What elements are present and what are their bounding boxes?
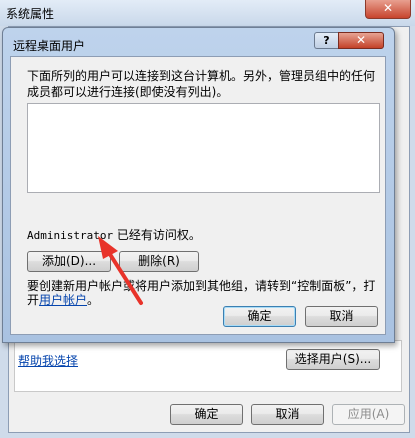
- system-properties-titlebar: 系统属性 ✕: [0, 0, 415, 26]
- dialog-client-area: 下面所列的用户可以连接到这台计算机。另外，管理员组中的任何成员都可以进行连接(即…: [10, 56, 386, 335]
- access-user: Administrator: [27, 229, 114, 242]
- remote-desktop-users-dialog: 远程桌面用户 ? ✕ 下面所列的用户可以连接到这台计算机。另外，管理员组中的任何…: [2, 27, 395, 343]
- note-suffix: 。: [87, 293, 100, 307]
- apply-button[interactable]: 应用(A): [332, 404, 405, 425]
- help-icon[interactable]: ?: [314, 32, 338, 49]
- control-panel-note: 要创建新用户帐户或将用户添加到其他组，请转到“控制面板”，打开用户帐户。: [27, 279, 383, 307]
- system-properties-close-button[interactable]: ✕: [365, 0, 411, 19]
- system-properties-ok-button[interactable]: 确定: [170, 404, 243, 425]
- user-accounts-link[interactable]: 用户帐户: [39, 293, 87, 307]
- help-me-choose-link[interactable]: 帮助我选择: [18, 352, 78, 369]
- system-properties-cancel-button[interactable]: 取消: [251, 404, 324, 425]
- dialog-title: 远程桌面用户: [13, 39, 86, 53]
- dialog-close-button[interactable]: ✕: [338, 32, 384, 49]
- dialog-ok-button[interactable]: 确定: [223, 306, 296, 327]
- system-properties-title: 系统属性: [6, 7, 55, 21]
- dialog-cancel-button[interactable]: 取消: [305, 306, 378, 327]
- remote-users-list[interactable]: [27, 103, 380, 193]
- access-status: Administrator 已经有访问权。: [27, 226, 201, 243]
- intro-text: 下面所列的用户可以连接到这台计算机。另外，管理员组中的任何成员都可以进行连接(即…: [27, 69, 376, 99]
- add-user-button[interactable]: 添加(D)...: [27, 251, 111, 272]
- remove-user-button[interactable]: 删除(R): [119, 251, 199, 272]
- select-users-button[interactable]: 选择用户(S)...: [286, 349, 380, 370]
- access-suffix: 已经有访问权。: [113, 228, 201, 242]
